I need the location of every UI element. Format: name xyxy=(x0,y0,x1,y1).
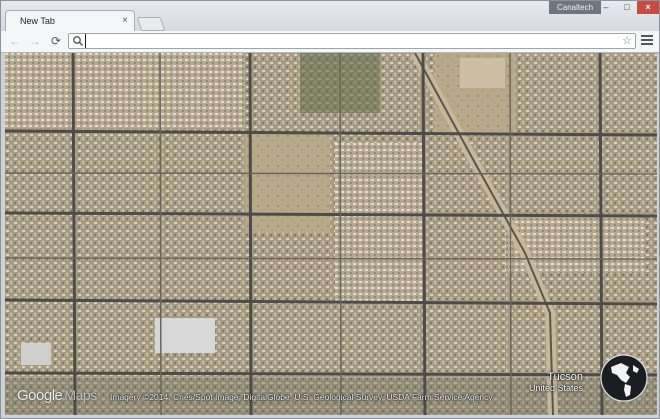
location-country: United States xyxy=(529,383,584,393)
toolbar: ← → ⟳ ☆ xyxy=(1,31,659,53)
back-button[interactable]: ← xyxy=(8,34,22,48)
reload-button[interactable]: ⟳ xyxy=(49,34,63,48)
profile-badge[interactable]: Canaltech xyxy=(549,1,602,14)
bookmark-star-icon[interactable]: ☆ xyxy=(622,34,632,48)
new-tab-button[interactable] xyxy=(136,17,166,31)
location-label[interactable]: Tucson United States xyxy=(529,371,583,393)
maximize-button[interactable]: □ xyxy=(616,1,638,14)
close-window-button[interactable]: × xyxy=(637,1,659,14)
tab-strip: New Tab × Canaltech – □ × xyxy=(1,1,659,32)
new-tab-page: Google Maps Imagery ©2014, Cnes/Spot Imag… xyxy=(5,53,657,415)
omnibox[interactable]: ☆ xyxy=(68,33,636,49)
google-maps-logo: Google Maps xyxy=(17,387,97,404)
logo-google-text: Google xyxy=(17,387,63,404)
browser-window: New Tab × Canaltech – □ × ← → ⟳ ☆ Google… xyxy=(0,0,660,419)
imagery-attribution: Imagery ©2014, Cnes/Spot Image, DigitalG… xyxy=(110,392,493,402)
satellite-map-image[interactable] xyxy=(5,53,657,415)
search-icon xyxy=(73,36,84,47)
tab-close-icon[interactable]: × xyxy=(122,14,128,28)
menu-icon[interactable] xyxy=(641,35,653,47)
tab-title: New Tab xyxy=(20,16,55,26)
forward-button[interactable]: → xyxy=(28,34,42,48)
address-input[interactable] xyxy=(85,34,606,48)
logo-maps-text: Maps xyxy=(64,387,97,403)
location-city: Tucson xyxy=(547,371,584,383)
minimize-button[interactable]: – xyxy=(595,1,617,14)
globe-icon[interactable] xyxy=(599,353,649,403)
tab-new-tab[interactable]: New Tab × xyxy=(5,10,135,32)
